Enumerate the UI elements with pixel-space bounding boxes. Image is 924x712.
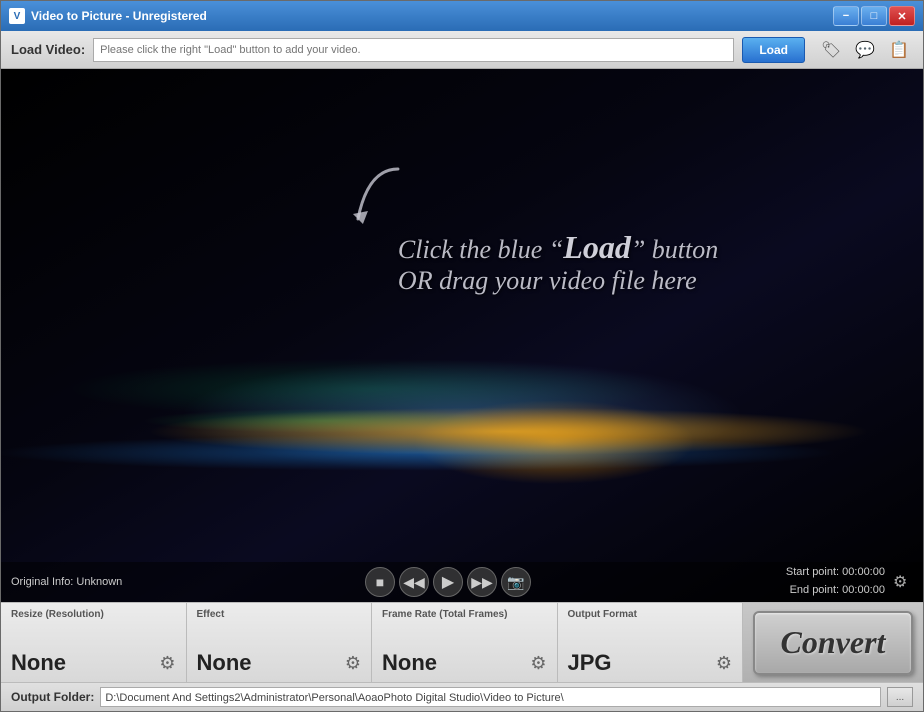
app-icon: V: [9, 8, 25, 24]
resize-label: Resize (Resolution): [11, 609, 176, 620]
comment-icon-button[interactable]: 💬: [851, 36, 879, 64]
effect-gear-icon[interactable]: ⚙: [345, 653, 361, 674]
load-video-label: Load Video:: [11, 42, 85, 57]
toolbar: Load Video: Load 🏷 💬 📋: [1, 31, 923, 69]
start-point: Start point: 00:00:00: [594, 564, 885, 582]
tag-icon-button[interactable]: 🏷: [817, 36, 845, 64]
title-bar: V Video to Picture - Unregistered − □ ✕: [1, 1, 923, 31]
convert-button[interactable]: Convert: [753, 611, 913, 675]
output-folder-row: Output Folder: D:\Document And Settings2…: [1, 683, 923, 711]
stop-button[interactable]: ■: [365, 567, 395, 597]
output-folder-label: Output Folder:: [11, 690, 94, 704]
framerate-gear-icon[interactable]: ⚙: [530, 653, 546, 674]
resize-value: None: [11, 650, 66, 676]
original-info: Original Info: Unknown: [11, 576, 302, 588]
output-format-control[interactable]: Output Format JPG ⚙: [558, 603, 744, 682]
video-path-input[interactable]: [93, 38, 734, 62]
bottom-panel: Resize (Resolution) None ⚙ Effect None ⚙: [1, 602, 923, 711]
settings-icon[interactable]: ⚙: [893, 572, 913, 592]
output-browse-button[interactable]: ...: [887, 687, 913, 707]
prev-frame-button[interactable]: ◀◀: [399, 567, 429, 597]
snapshot-button[interactable]: 📷: [501, 567, 531, 597]
clipboard-icon-button[interactable]: 📋: [885, 36, 913, 64]
instruction-line1: Click the blue “Load” button: [398, 229, 718, 266]
resize-value-row: None ⚙: [11, 650, 176, 676]
output-format-label: Output Format: [568, 609, 733, 620]
close-button[interactable]: ✕: [889, 6, 915, 26]
title-bar-left: V Video to Picture - Unregistered: [9, 8, 207, 24]
title-bar-buttons: − □ ✕: [833, 6, 915, 26]
framerate-label: Frame Rate (Total Frames): [382, 609, 547, 620]
convert-button-label: Convert: [781, 624, 886, 661]
instruction-line2: OR drag your video file here: [398, 266, 718, 296]
effect-value-row: None ⚙: [197, 650, 362, 676]
instruction-load-word: Load: [563, 229, 631, 265]
drag-instruction: Click the blue “Load” button OR drag you…: [398, 229, 718, 296]
maximize-button[interactable]: □: [861, 6, 887, 26]
output-folder-path: D:\Document And Settings2\Administrator\…: [100, 687, 881, 707]
window-title: Video to Picture - Unregistered: [31, 9, 207, 23]
load-button[interactable]: Load: [742, 37, 805, 63]
video-background: [1, 69, 923, 602]
resize-gear-icon[interactable]: ⚙: [159, 653, 175, 674]
next-frame-button[interactable]: ▶▶: [467, 567, 497, 597]
output-format-value-row: JPG ⚙: [568, 650, 733, 676]
toolbar-icons: 🏷 💬 📋: [817, 36, 913, 64]
effect-value: None: [197, 650, 252, 676]
video-footer: Original Info: Unknown ■ ◀◀ ▶ ▶▶ 📷 Start…: [1, 562, 923, 602]
playback-controls: ■ ◀◀ ▶ ▶▶ 📷: [302, 567, 593, 597]
drag-arrow-icon: [338, 159, 418, 239]
framerate-value-row: None ⚙: [382, 650, 547, 676]
minimize-button[interactable]: −: [833, 6, 859, 26]
resize-control[interactable]: Resize (Resolution) None ⚙: [1, 603, 187, 682]
framerate-control[interactable]: Frame Rate (Total Frames) None ⚙: [372, 603, 558, 682]
time-info: Start point: 00:00:00 End point: 00:00:0…: [594, 564, 885, 599]
play-button[interactable]: ▶: [433, 567, 463, 597]
output-format-gear-icon[interactable]: ⚙: [716, 653, 732, 674]
effect-control[interactable]: Effect None ⚙: [187, 603, 373, 682]
end-point: End point: 00:00:00: [594, 582, 885, 600]
main-window: V Video to Picture - Unregistered − □ ✕ …: [0, 0, 924, 712]
controls-row: Resize (Resolution) None ⚙ Effect None ⚙: [1, 603, 923, 683]
convert-box: Convert: [743, 603, 923, 682]
framerate-value: None: [382, 650, 437, 676]
output-format-value: JPG: [568, 650, 612, 676]
effect-label: Effect: [197, 609, 362, 620]
video-area[interactable]: Click the blue “Load” button OR drag you…: [1, 69, 923, 602]
